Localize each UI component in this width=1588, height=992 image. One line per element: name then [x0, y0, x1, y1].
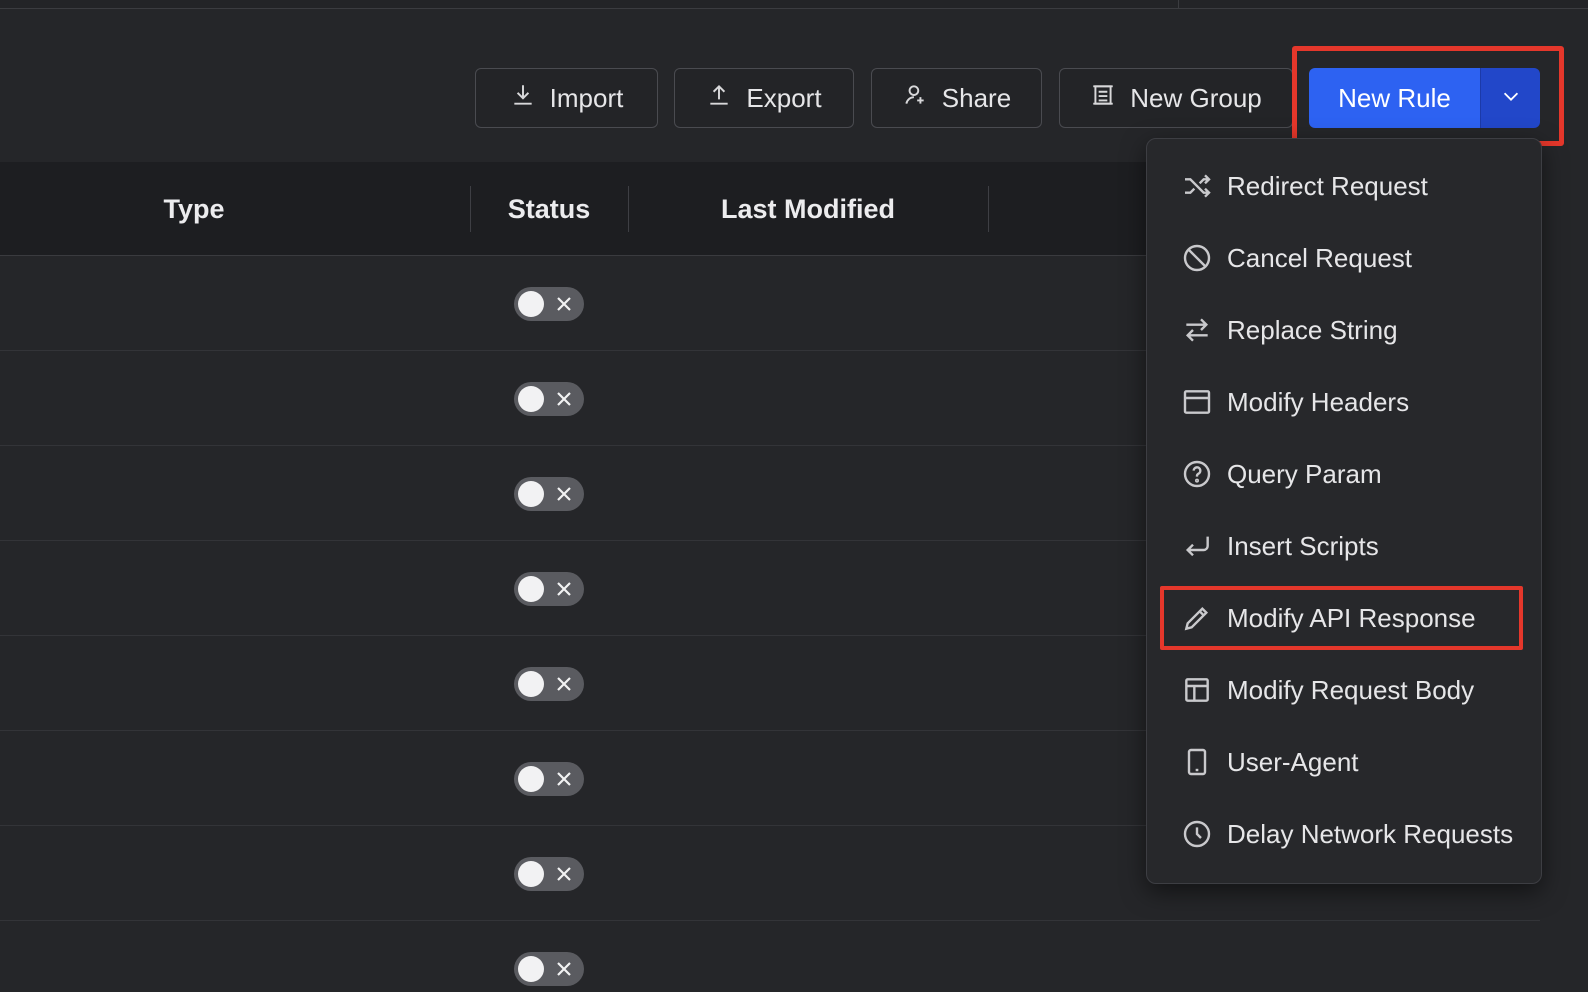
import-button[interactable]: Import — [475, 68, 658, 128]
status-toggle[interactable] — [514, 287, 584, 321]
group-icon — [1090, 82, 1116, 115]
close-icon — [554, 294, 574, 314]
menu-item-label: Replace String — [1227, 314, 1398, 345]
shuffle-icon — [1181, 170, 1213, 202]
new-rule-split-button: New Rule — [1309, 68, 1540, 128]
status-toggle[interactable] — [514, 477, 584, 511]
menu-item-label: Redirect Request — [1227, 170, 1428, 201]
modify-api-response-highlight-box — [1160, 586, 1523, 650]
share-label: Share — [941, 82, 1012, 113]
menu-item-insert-scripts[interactable]: Insert Scripts — [1147, 515, 1541, 577]
menu-item-user-agent[interactable]: User-Agent — [1147, 731, 1541, 793]
menu-item-label: Modify Request Body — [1227, 674, 1475, 705]
block-icon — [1181, 242, 1213, 274]
table-row[interactable] — [0, 921, 1540, 992]
status-toggle[interactable] — [514, 857, 584, 891]
question-circle-icon — [1181, 458, 1213, 490]
new-rule-dropdown-toggle[interactable] — [1480, 68, 1540, 128]
menu-item-label: User-Agent — [1227, 746, 1359, 777]
toggle-knob — [518, 766, 544, 792]
swap-arrows-icon — [1181, 314, 1213, 346]
window-icon — [1181, 386, 1213, 418]
menu-item-redirect-request[interactable]: Redirect Request — [1147, 155, 1541, 217]
download-icon — [510, 82, 536, 115]
toggle-knob — [518, 481, 544, 507]
clock-icon — [1181, 818, 1213, 850]
new-group-button[interactable]: New Group — [1059, 68, 1293, 128]
column-divider — [988, 186, 989, 232]
close-icon — [554, 579, 574, 599]
menu-item-label: Query Param — [1227, 458, 1382, 489]
import-label: Import — [549, 82, 624, 113]
close-icon — [554, 959, 574, 979]
column-header-status[interactable]: Status — [470, 162, 628, 256]
rules-page: Import Export Share New Group New Rule T… — [0, 0, 1588, 992]
close-icon — [554, 864, 574, 884]
export-button[interactable]: Export — [674, 68, 854, 128]
user-add-icon — [902, 82, 928, 115]
status-toggle[interactable] — [514, 382, 584, 416]
top-bar-divider — [1178, 0, 1179, 9]
menu-item-label: Delay Network Requests — [1227, 818, 1514, 849]
toggle-knob — [518, 576, 544, 602]
new-rule-button[interactable]: New Rule — [1309, 68, 1480, 128]
share-button[interactable]: Share — [871, 68, 1042, 128]
menu-item-query-param[interactable]: Query Param — [1147, 443, 1541, 505]
toggle-knob — [518, 291, 544, 317]
close-icon — [554, 769, 574, 789]
menu-item-modify-request-body[interactable]: Modify Request Body — [1147, 659, 1541, 721]
status-toggle[interactable] — [514, 572, 584, 606]
status-toggle[interactable] — [514, 952, 584, 986]
close-icon — [554, 484, 574, 504]
column-header-last-modified[interactable]: Last Modified — [628, 162, 988, 256]
layout-icon — [1181, 674, 1213, 706]
new-group-label: New Group — [1130, 82, 1262, 113]
toggle-knob — [518, 861, 544, 887]
menu-item-cancel-request[interactable]: Cancel Request — [1147, 227, 1541, 289]
status-toggle[interactable] — [514, 667, 584, 701]
menu-item-label: Modify Headers — [1227, 386, 1410, 417]
new-rule-menu: Redirect Request Cancel Request Replace St… — [1146, 138, 1542, 884]
close-icon — [554, 389, 574, 409]
toggle-knob — [518, 956, 544, 982]
enter-arrow-icon — [1181, 530, 1213, 562]
status-toggle[interactable] — [514, 762, 584, 796]
toggle-knob — [518, 386, 544, 412]
menu-item-modify-headers[interactable]: Modify Headers — [1147, 371, 1541, 433]
menu-item-label: Insert Scripts — [1227, 530, 1379, 561]
menu-item-delay-network-requests[interactable]: Delay Network Requests — [1147, 803, 1541, 865]
menu-item-label: Cancel Request — [1227, 242, 1412, 273]
export-label: Export — [746, 82, 822, 113]
close-icon — [554, 674, 574, 694]
chevron-down-icon — [1500, 85, 1522, 112]
upload-icon — [706, 82, 732, 115]
tablet-icon — [1181, 746, 1213, 778]
toggle-knob — [518, 671, 544, 697]
column-header-type[interactable]: Type — [0, 162, 388, 256]
top-bar — [0, 0, 1588, 9]
menu-item-replace-string[interactable]: Replace String — [1147, 299, 1541, 361]
